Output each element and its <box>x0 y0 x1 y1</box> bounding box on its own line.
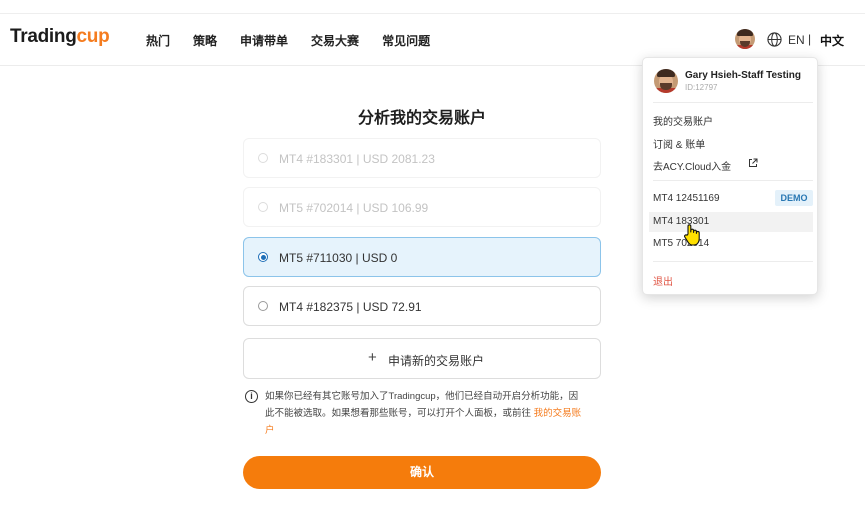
language-en[interactable]: EN <box>788 33 805 47</box>
user-id: ID:12797 <box>685 83 718 92</box>
user-dropdown-menu: Gary Hsieh-Staff Testing ID:12797 我的交易账户… <box>642 57 818 295</box>
user-name: Gary Hsieh-Staff Testing <box>685 70 801 81</box>
external-link-icon <box>749 158 758 167</box>
page-title: 分析我的交易账户 <box>357 110 486 127</box>
apply-new-account-button[interactable]: + 申请新的交易账户 <box>243 338 601 379</box>
tradingcup-logo[interactable]: Tradingcup <box>10 26 110 48</box>
nav-item-faq[interactable]: 常见问题 <box>382 32 430 49</box>
nav-item-contest[interactable]: 交易大赛 <box>311 32 359 49</box>
info-notice: 如果你已经有其它账号加入了Tradingcup，他们已经自动开启分析功能，因 此… <box>265 388 601 439</box>
menu-account-mt4-12451169[interactable]: MT4 12451169 <box>653 193 720 204</box>
nav-item-apply-copy[interactable]: 申请带单 <box>240 32 288 49</box>
radio-button <box>258 153 268 163</box>
account-option[interactable]: MT4 #182375 | USD 72.91 <box>243 286 601 326</box>
confirm-button[interactable]: 确认 <box>243 456 601 489</box>
notice-line: 户 <box>265 422 601 439</box>
info-icon: i <box>245 390 258 403</box>
menu-my-accounts[interactable]: 我的交易账户 <box>653 113 713 128</box>
account-label: MT4 #183301 | USD 2081.23 <box>279 152 435 166</box>
hand-pointer-cursor <box>684 224 700 246</box>
notice-line: 此不能被选取。如果想看那些账号，可以打开个人面板，或前往 我的交易账 <box>265 408 582 419</box>
menu-logout[interactable]: 退出 <box>653 273 673 288</box>
nav-item-strategy[interactable]: 策略 <box>193 32 217 49</box>
radio-button[interactable] <box>258 301 268 311</box>
notice-line: 如果你已经有其它账号加入了Tradingcup，他们已经自动开启分析功能，因 <box>265 391 579 402</box>
my-accounts-link[interactable]: 我的交易账 <box>534 408 582 419</box>
divider <box>653 102 813 103</box>
radio-button-checked[interactable] <box>258 252 268 262</box>
plus-icon: + <box>368 349 377 366</box>
apply-new-account-label: 申请新的交易账户 <box>388 354 485 368</box>
main-nav: 热门 策略 申请带单 交易大赛 常见问题 <box>146 32 453 49</box>
radio-button <box>258 202 268 212</box>
account-option: MT4 #183301 | USD 2081.23 <box>243 138 601 178</box>
dropdown-avatar <box>654 69 678 93</box>
nav-item-hot[interactable]: 热门 <box>146 32 170 49</box>
divider <box>653 261 813 262</box>
demo-badge: DEMO <box>775 190 813 206</box>
user-avatar[interactable] <box>735 29 755 49</box>
account-option-selected[interactable]: MT5 #711030 | USD 0 <box>243 237 601 277</box>
globe-icon[interactable] <box>767 32 782 47</box>
top-strip <box>0 0 865 14</box>
language-separator: | <box>808 32 812 46</box>
my-accounts-link-cont[interactable]: 户 <box>265 425 275 436</box>
account-label: MT4 #182375 | USD 72.91 <box>279 300 422 314</box>
divider <box>653 180 813 181</box>
menu-subscriptions[interactable]: 订阅 & 账单 <box>653 136 705 151</box>
menu-deposit[interactable]: 去ACY.Cloud入金 <box>653 158 773 173</box>
account-option: MT5 #702014 | USD 106.99 <box>243 187 601 227</box>
account-label: MT5 #711030 | USD 0 <box>279 251 398 265</box>
account-label: MT5 #702014 | USD 106.99 <box>279 201 429 215</box>
language-zh[interactable]: 中文 <box>820 32 844 49</box>
